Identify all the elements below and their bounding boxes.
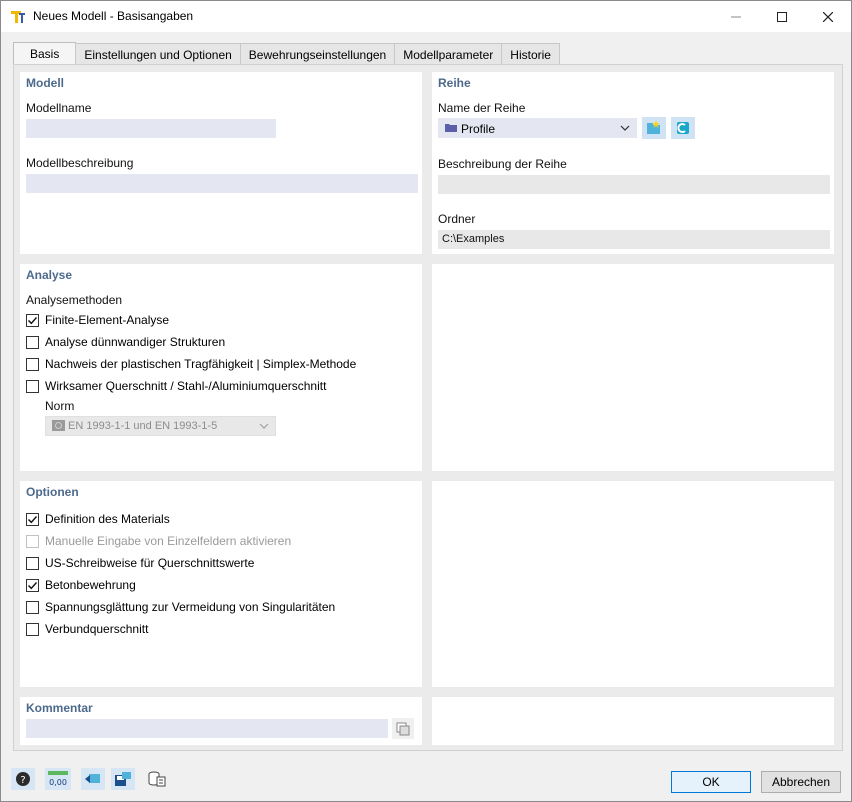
checkbox-box bbox=[26, 534, 39, 548]
database-icon bbox=[148, 771, 166, 787]
copy-icon bbox=[396, 722, 410, 735]
reihe-beschreibung-input bbox=[438, 175, 830, 194]
checkbox-box[interactable] bbox=[26, 335, 39, 349]
help-icon: ? bbox=[16, 772, 30, 786]
close-icon bbox=[823, 11, 833, 22]
checkbox-duennwandige-strukturen[interactable]: Analyse dünnwandiger Strukturen bbox=[26, 334, 225, 350]
checkbox-wirksamer-querschnitt[interactable]: Wirksamer Querschnitt / Stahl-/Aluminium… bbox=[26, 378, 326, 394]
checkbox-verbundquerschnitt[interactable]: Verbundquerschnitt bbox=[26, 621, 148, 637]
save-icon bbox=[115, 772, 131, 786]
tab-einstellungen-und-optionen[interactable]: Einstellungen und Optionen bbox=[75, 43, 241, 65]
app-logo-icon bbox=[11, 11, 25, 23]
checkbox-box[interactable] bbox=[26, 357, 39, 371]
tab-body: Modell Modellname Modellbeschreibung Rei… bbox=[13, 64, 843, 751]
kommentar-panel: Kommentar bbox=[20, 697, 422, 745]
reihe-name-select[interactable]: Profile bbox=[438, 118, 637, 138]
folder-icon bbox=[445, 124, 457, 132]
tab-strip: Basis Einstellungen und Optionen Bewehru… bbox=[13, 42, 560, 65]
maximize-icon bbox=[777, 11, 787, 22]
checkbox-box[interactable] bbox=[26, 578, 39, 592]
maximize-button[interactable] bbox=[759, 1, 805, 32]
optionen-panel: Optionen Definition des Materials Manuel… bbox=[20, 481, 422, 687]
modell-title: Modell bbox=[26, 76, 64, 90]
checkbox-box[interactable] bbox=[26, 622, 39, 636]
kommentar-copy-button[interactable] bbox=[392, 718, 414, 739]
norm-flag-icon bbox=[52, 420, 65, 431]
units-icon: 0,00 bbox=[48, 771, 68, 787]
minimize-icon bbox=[731, 16, 741, 17]
check-icon bbox=[28, 316, 38, 324]
reihe-name-label: Name der Reihe bbox=[438, 101, 526, 115]
reihe-panel: Reihe Name der Reihe Profile Beschreibun… bbox=[432, 72, 834, 254]
ok-button[interactable]: OK bbox=[671, 771, 751, 793]
norm-label: Norm bbox=[45, 399, 75, 413]
import-icon bbox=[85, 774, 100, 783]
ordner-label: Ordner bbox=[438, 212, 476, 226]
analyse-side-panel bbox=[432, 264, 834, 471]
save-template-button[interactable] bbox=[111, 768, 135, 790]
close-button[interactable] bbox=[805, 1, 851, 32]
checkbox-spannungsglaettung[interactable]: Spannungsglättung zur Vermeidung von Sin… bbox=[26, 599, 335, 615]
window-title: Neues Modell - Basisangaben bbox=[33, 9, 194, 23]
cancel-button[interactable]: Abbrechen bbox=[761, 771, 841, 793]
tab-basis[interactable]: Basis bbox=[13, 42, 77, 65]
checkbox-plastische-tragfaehigkeit[interactable]: Nachweis der plastischen Tragfähigkeit |… bbox=[26, 356, 356, 372]
checkbox-box[interactable] bbox=[26, 556, 39, 570]
modellname-label: Modellname bbox=[26, 101, 92, 115]
checkbox-definition-des-materials[interactable]: Definition des Materials bbox=[26, 511, 170, 527]
modellbeschreibung-label: Modellbeschreibung bbox=[26, 156, 134, 170]
kommentar-title: Kommentar bbox=[26, 701, 93, 715]
help-button[interactable]: ? bbox=[11, 768, 35, 790]
title-bar: Neues Modell - Basisangaben bbox=[1, 1, 851, 32]
checkbox-box[interactable] bbox=[26, 379, 39, 393]
modell-panel: Modell Modellname Modellbeschreibung bbox=[20, 72, 422, 254]
svg-text:?: ? bbox=[20, 775, 25, 786]
checkbox-box[interactable] bbox=[26, 512, 39, 526]
checkbox-betonbewehrung[interactable]: Betonbewehrung bbox=[26, 577, 136, 593]
checkbox-box[interactable] bbox=[26, 313, 39, 327]
check-icon bbox=[28, 581, 38, 589]
reihe-beschreibung-label: Beschreibung der Reihe bbox=[438, 157, 567, 171]
import-button[interactable] bbox=[81, 768, 105, 790]
analysemethoden-label: Analysemethoden bbox=[26, 293, 123, 307]
units-button[interactable]: 0,00 bbox=[45, 768, 71, 790]
chevron-down-icon bbox=[259, 423, 269, 429]
analyse-title: Analyse bbox=[26, 268, 73, 282]
kommentar-side-panel bbox=[432, 697, 834, 745]
checkbox-finite-element-analyse[interactable]: Finite-Element-Analyse bbox=[26, 312, 169, 328]
minimize-button[interactable] bbox=[713, 1, 759, 32]
norm-select: EN 1993-1-1 und EN 1993-1-5 bbox=[45, 416, 276, 436]
tab-historie[interactable]: Historie bbox=[501, 43, 560, 65]
ordner-field: C:\Examples bbox=[438, 230, 830, 249]
check-icon bbox=[28, 515, 38, 523]
checkbox-box[interactable] bbox=[26, 600, 39, 614]
kommentar-input[interactable] bbox=[26, 719, 388, 738]
checkbox-us-schreibweise[interactable]: US-Schreibweise für Querschnittswerte bbox=[26, 555, 254, 571]
modellbeschreibung-input[interactable] bbox=[26, 174, 418, 193]
series-manager-button[interactable] bbox=[671, 117, 695, 139]
modellname-input[interactable] bbox=[26, 119, 276, 138]
optionen-title: Optionen bbox=[26, 485, 79, 499]
tab-bewehrungseinstellungen[interactable]: Bewehrungseinstellungen bbox=[239, 43, 396, 65]
series-manager-icon bbox=[677, 122, 689, 134]
chevron-down-icon bbox=[620, 125, 630, 131]
tab-modellparameter[interactable]: Modellparameter bbox=[394, 43, 503, 65]
checkbox-manuelle-eingabe: Manuelle Eingabe von Einzelfeldern aktiv… bbox=[26, 533, 291, 549]
optionen-side-panel bbox=[432, 481, 834, 687]
new-series-button[interactable] bbox=[642, 117, 666, 139]
svg-text:0,00: 0,00 bbox=[49, 778, 67, 787]
analyse-panel: Analyse Analysemethoden Finite-Element-A… bbox=[20, 264, 422, 471]
new-series-icon bbox=[647, 120, 660, 134]
database-button[interactable] bbox=[145, 768, 169, 790]
reihe-title: Reihe bbox=[438, 76, 471, 90]
dialog-window: Neues Modell - Basisangaben Basis Einste… bbox=[0, 0, 852, 802]
